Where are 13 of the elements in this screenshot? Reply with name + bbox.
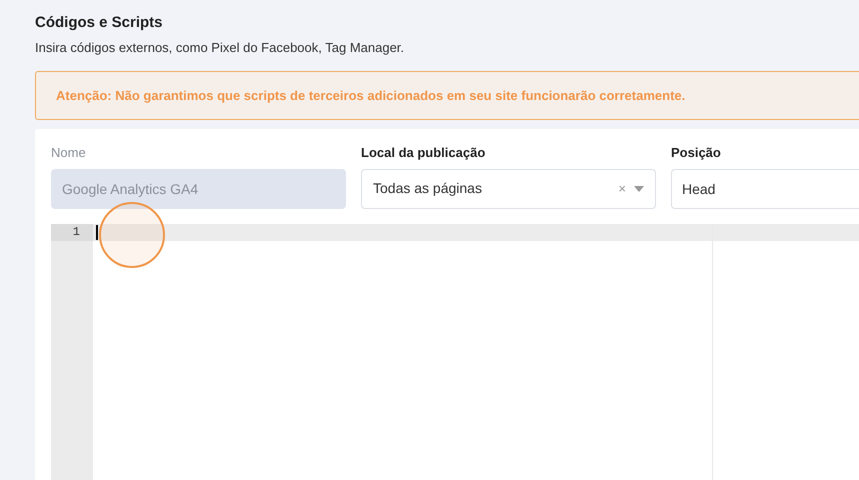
field-label: Local da publicação <box>361 144 486 162</box>
warning-text: Atenção: Não garantimos que scripts de terceiros adicionados em seu site funcionarão corretamente. <box>56 86 686 105</box>
section-description: Insira códigos externos, como Pixel do Facebook, Tag Manager. <box>35 38 404 57</box>
line-number: 1 <box>51 224 93 240</box>
field-label: Posição <box>671 144 721 162</box>
caret-icon <box>634 186 644 192</box>
input-field[interactable]: Head <box>671 168 859 208</box>
text-cursor <box>96 224 98 240</box>
select-value: Todas as páginas <box>373 179 483 198</box>
section-title: Códigos e Scripts <box>35 13 163 33</box>
field-label: Nome <box>51 144 86 162</box>
select-field[interactable]: Todas as páginas × <box>361 168 656 208</box>
code-editor[interactable]: 1 <box>51 224 859 480</box>
